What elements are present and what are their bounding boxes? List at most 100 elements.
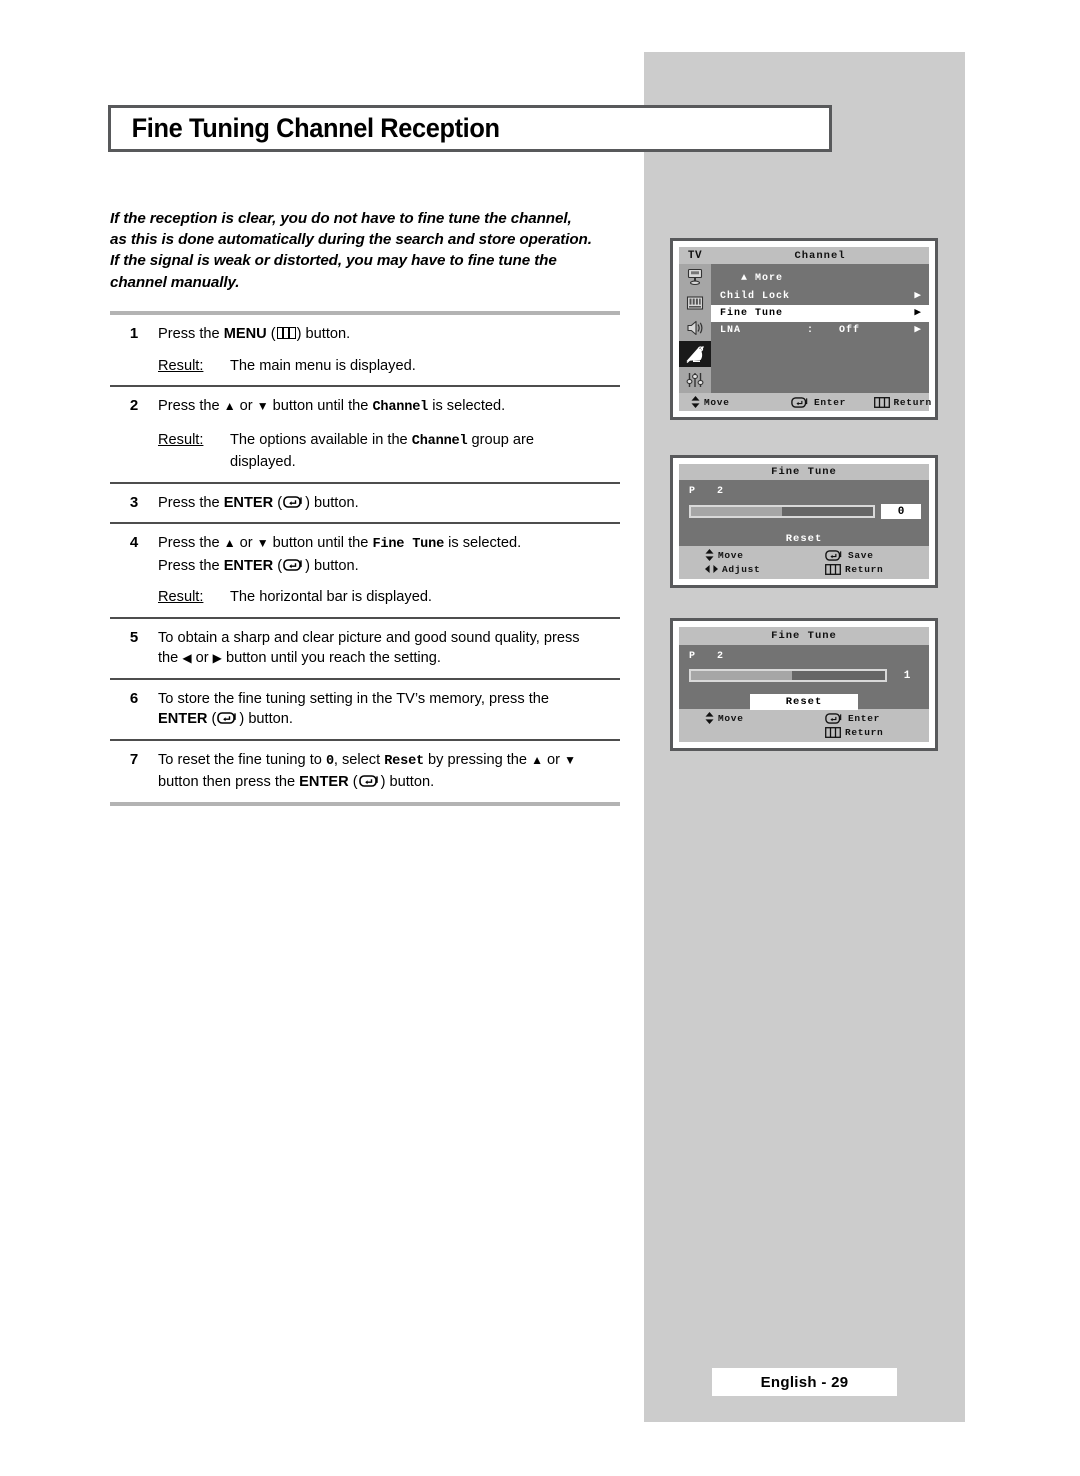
fine-tune-slider[interactable] [689,505,875,518]
step-text-post: button. [309,494,359,511]
step-number: 2 [129,397,139,414]
enter-button-label: ENTER [299,774,349,790]
osd-reset-row[interactable]: Reset [679,528,929,546]
channel-menu-name: Channel [411,433,468,449]
step-body: To obtain a sharp and clear picture and … [158,628,620,669]
step-3: 3 Press the ENTER () button. [110,484,620,523]
up-arrow-icon: ▲ [531,752,543,767]
bars-icon[interactable] [679,289,711,316]
result-block: Result: The options available in the Cha… [158,430,620,473]
intro-line-1: If the reception is clear, you do not ha… [110,210,572,227]
osd-fine-tune-inner: Fine Tune P 2 1 Reset Move Enter Return [679,627,929,742]
step-text-line-2: ENTER () button. [158,711,293,727]
step-text-pre: Press the [158,494,224,511]
step-text-post: button. [301,326,351,342]
osd-fine-tune-body: P 2 0 Reset [679,480,929,546]
osd-footer-move-label: Move [718,712,744,724]
osd-footer-row-2: Adjust Return [679,562,929,576]
osd-footer-move-label: Move [704,396,730,408]
program-number: 2 [717,486,725,497]
step-text-post: is selected. [444,535,522,551]
menu-button-label: MENU [223,326,267,342]
result-text: The options available in the Channel gro… [230,430,620,473]
fine-tune-slider[interactable] [689,669,887,682]
speaker-icon[interactable] [679,315,711,342]
osd-footer-move: Move [679,549,825,561]
up-down-arrow-icon [705,712,714,724]
result-text-part2: group are [467,431,534,448]
step-text-line-2: button then press the ENTER () button. [158,774,435,790]
osd-fine-tune-title: Fine Tune [679,627,929,645]
fine-tune-slider-fill [691,671,792,680]
osd-more-row[interactable]: ▲ More [711,273,929,284]
osd-footer-row-2: Return [679,725,929,739]
osd-footer-move: Move [679,396,791,408]
step-text-line: To obtain a sharp and clear picture and … [158,629,580,646]
osd-footer-move-label: Move [718,549,744,561]
intro-line-2: as this is done automatically during the… [110,231,592,249]
result-text-part3: displayed. [230,454,296,470]
step-body: Press the ▲ or ▼ button until the Channe… [158,396,620,473]
step-body: Press the MENU () button. Result: The ma… [158,324,620,376]
osd-footer-return-label: Return [845,726,884,738]
result-text-part1: The options available in the [230,431,412,448]
step-text-line: Press the ENTER () button. [158,494,359,511]
fine-tune-slider-fill [691,507,782,516]
osd-footer-enter-label: Enter [814,396,847,408]
intro-line-4: channel manually. [110,273,240,291]
satellite-dish-icon[interactable] [679,341,711,368]
page-title-box: Fine Tuning Channel Reception [108,105,832,152]
down-arrow-icon: ▼ [256,536,269,550]
osd-channel-footer: Move Enter Return [679,393,932,411]
result-label: Result: [158,357,204,374]
step-text-or: or [542,751,565,768]
osd-footer-return: Return [873,396,932,408]
tv-label: TV [679,247,711,264]
page-footer-box: English - 29 [712,1368,897,1396]
osd-row-colon: : [807,325,815,336]
osd-row-lna[interactable]: LNA : Off ▶ [711,322,929,339]
up-arrow-icon: ▲ [223,536,236,550]
enter-icon [217,712,238,724]
result-label: Result: [158,589,204,605]
menu-icon [873,396,890,408]
osd-fine-tune-footer: Move Enter Return [679,709,929,742]
enter-icon [283,558,304,571]
step-number: 3 [129,493,139,511]
step-number: 1 [129,325,139,342]
step-text-post2: button until you reach the setting. [221,650,441,666]
osd-footer-enter-label: Enter [848,712,881,724]
menu-icon [825,726,841,738]
intro-paragraph: If the reception is clear, you do not ha… [110,208,630,293]
osd-channel-top: TV Channel ▲ More Child Lock ▶ Fine Tune… [679,247,929,393]
osd-footer-save-label: Save [848,549,874,561]
step-text-or: or [235,398,257,414]
osd-channel-inner: TV Channel ▲ More Child Lock ▶ Fine Tune… [679,247,932,411]
right-arrow-icon: ▶ [914,307,922,319]
right-arrow-icon: ▶ [914,290,922,302]
enter-icon [283,495,304,508]
page-footer-label: English - 29 [760,1373,849,1391]
step-text-pre: Press the [158,535,224,551]
step-text-pre2: button then press the [158,774,300,790]
osd-reset-row[interactable]: Reset [679,691,929,710]
osd-row-child-lock[interactable]: Child Lock ▶ [711,288,929,305]
osd-footer-enter: Enter [791,397,874,408]
step-text-line: Press the ▲ or ▼ button until the Channe… [158,396,620,419]
result-label: Result: [158,431,204,448]
sliders-icon[interactable] [679,367,711,393]
step-7: 7 To reset the fine tuning to 0, select … [110,741,620,802]
osd-row-fine-tune[interactable]: Fine Tune ▶ [711,305,929,322]
osd-footer-adjust: Adjust [679,564,825,575]
osd-more-label: More [755,273,784,284]
osd-footer-adjust-label: Adjust [722,563,761,575]
enter-button-label: ENTER [158,711,208,727]
step-body: Press the ENTER () button. [158,493,620,514]
osd-channel-right: Channel ▲ More Child Lock ▶ Fine Tune ▶ … [711,247,929,393]
step-5: 5 To obtain a sharp and clear picture an… [110,619,620,678]
step-number: 4 [129,534,139,551]
osd-footer-row-1: Move Enter [679,711,929,725]
picture-icon[interactable] [679,264,711,290]
osd-fine-tune-step5: Fine Tune P 2 0 Reset Move Save Adjust R… [670,455,938,588]
step-text-pre: Press the [158,398,224,414]
